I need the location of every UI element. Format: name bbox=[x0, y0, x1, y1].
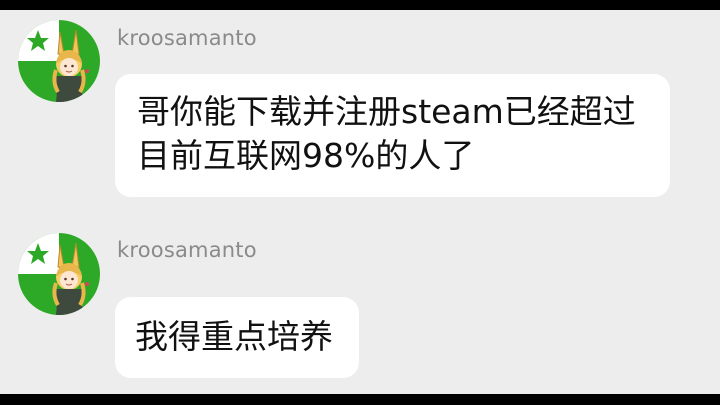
avatar-icon bbox=[18, 20, 100, 102]
user-avatar[interactable] bbox=[18, 233, 100, 315]
avatar-icon bbox=[18, 233, 100, 315]
message-text-line: 哥你能下载并注册steam已经超过 bbox=[137, 92, 636, 131]
user-avatar[interactable] bbox=[18, 20, 100, 102]
sender-username[interactable]: kroosamanto bbox=[117, 26, 257, 50]
chat-message: kroosamanto 哥你能下载并注册steam已经超过 目前互联网98%的人… bbox=[0, 10, 720, 210]
chat-message: kroosamanto 我得重点培养 bbox=[0, 224, 720, 394]
message-bubble[interactable]: 哥你能下载并注册steam已经超过 目前互联网98%的人了 bbox=[115, 74, 670, 197]
message-text-line: 目前互联网98%的人了 bbox=[137, 136, 475, 175]
message-text-line: 我得重点培养 bbox=[135, 317, 333, 356]
chat-screen: kroosamanto 哥你能下载并注册steam已经超过 目前互联网98%的人… bbox=[0, 10, 720, 394]
message-bubble[interactable]: 我得重点培养 bbox=[115, 297, 359, 378]
sender-username[interactable]: kroosamanto bbox=[117, 238, 257, 262]
